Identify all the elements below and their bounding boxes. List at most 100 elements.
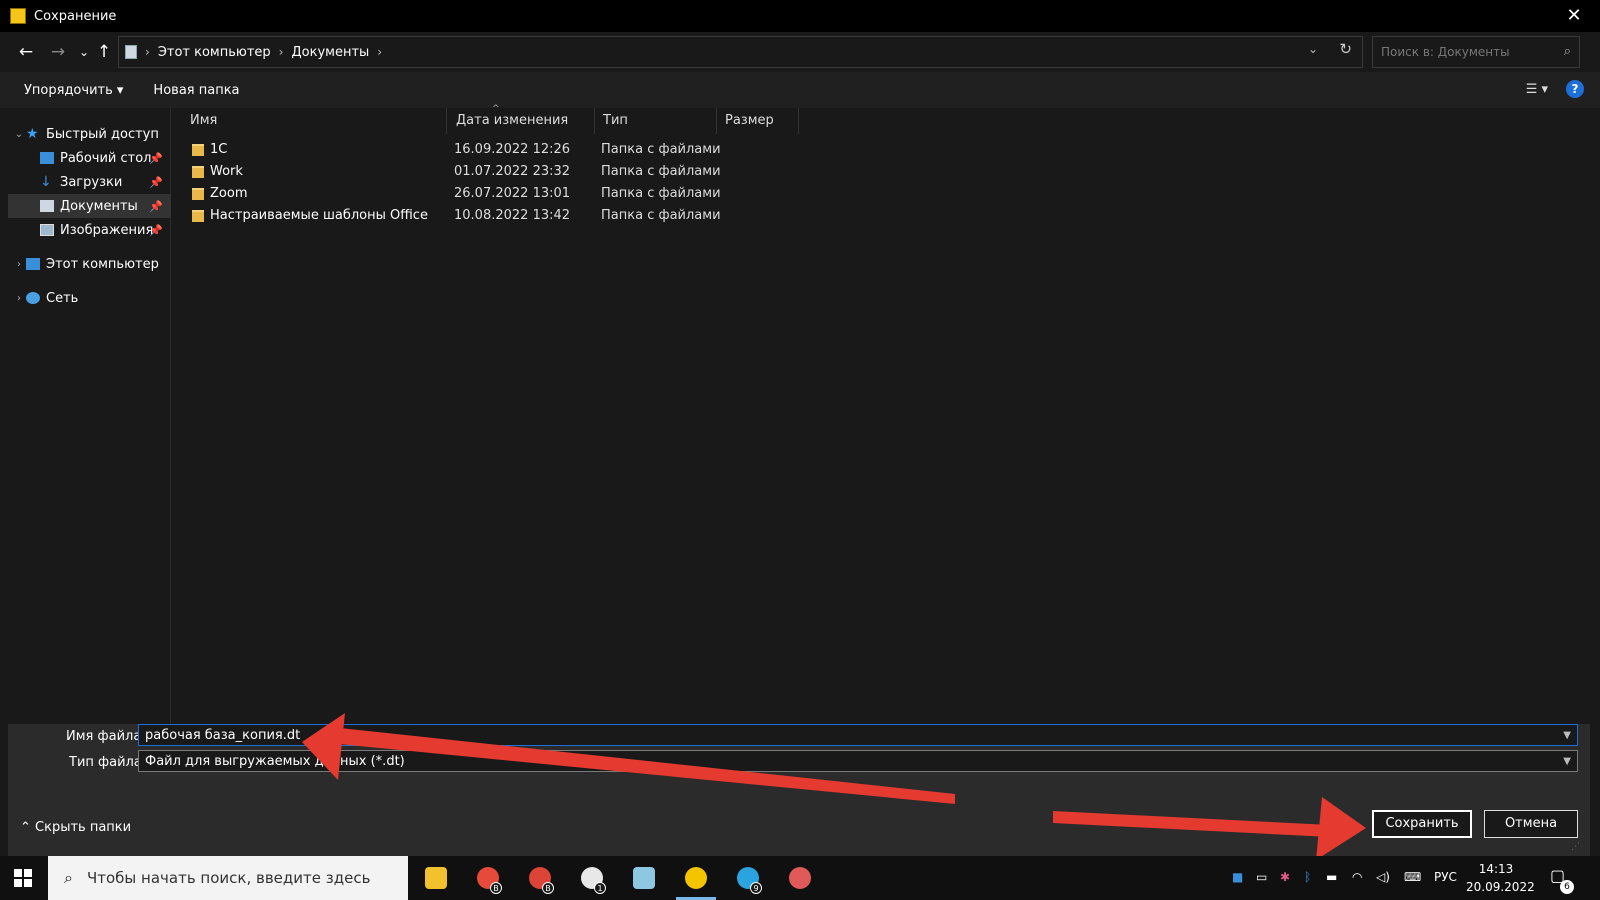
tree-item-desktop[interactable]: Рабочий стол 📌	[8, 146, 171, 170]
filename-value: рабочая база_копия.dt	[145, 727, 301, 743]
folder-icon	[192, 166, 204, 178]
forward-arrow-icon[interactable]: →	[46, 40, 70, 64]
taskbar-chrome-profile[interactable]: В	[520, 862, 560, 894]
save-button[interactable]: Сохранить	[1372, 810, 1472, 838]
battery-icon[interactable]: ▬	[1326, 870, 1337, 884]
column-header-type[interactable]: Тип	[595, 108, 717, 134]
notifications-count: 6	[1560, 880, 1574, 894]
filetype-label: Тип файла:	[69, 755, 147, 770]
chevron-up-icon: ⌃	[20, 820, 36, 835]
file-row[interactable]: Zoom 26.07.2022 13:01 Папка с файлами	[182, 183, 742, 205]
file-explorer-icon	[425, 867, 447, 889]
taskbar-snip-app[interactable]	[780, 862, 820, 894]
filename-label: Имя файла:	[66, 729, 146, 744]
volume-icon[interactable]: ◁)	[1376, 870, 1390, 884]
back-arrow-icon[interactable]: ←	[14, 40, 38, 64]
new-folder-button[interactable]: Новая папка	[153, 83, 239, 98]
file-row[interactable]: 1С 16.09.2022 12:26 Папка с файлами	[182, 139, 742, 161]
window-title: Сохранение	[34, 8, 117, 24]
documents-icon	[40, 200, 54, 212]
cancel-button[interactable]: Отмена	[1484, 810, 1578, 838]
organize-button[interactable]: Упорядочить ▾	[24, 83, 123, 98]
snip-app-icon	[789, 867, 811, 889]
address-bar[interactable]: › Этот компьютер › Документы › ⌄ ↻	[118, 36, 1363, 68]
taskbar-slack[interactable]: 1	[572, 862, 612, 894]
save-options-panel: Имя файла: рабочая база_копия.dt ▼ Тип ф…	[8, 724, 1590, 856]
refresh-icon[interactable]: ↻	[1339, 40, 1352, 58]
help-icon[interactable]: ?	[1566, 80, 1584, 98]
chevron-down-icon[interactable]: ⌄	[12, 129, 26, 140]
search-icon[interactable]: ⌕	[1564, 44, 1571, 59]
taskbar-search-placeholder: Чтобы начать поиск, введите здесь	[86, 869, 371, 887]
taskbar-file-explorer[interactable]	[416, 862, 456, 894]
pin-icon[interactable]: 📌	[149, 176, 163, 189]
clock-date: 20.09.2022	[1466, 880, 1535, 894]
network-icon	[26, 292, 40, 304]
taskbar-1c-app[interactable]	[676, 862, 716, 900]
chevron-right-icon[interactable]: ›	[12, 293, 26, 304]
search-input[interactable]	[1381, 45, 1551, 59]
taskbar-search[interactable]: ⌕ Чтобы начать поиск, введите здесь	[48, 856, 408, 900]
computer-icon	[26, 258, 40, 270]
up-arrow-icon[interactable]: ↑	[92, 40, 116, 64]
breadcrumb-documents[interactable]: Документы	[291, 45, 369, 60]
taskbar-chrome[interactable]: В	[468, 862, 508, 894]
hide-folders-button[interactable]: ⌃ Скрыть папки	[20, 820, 131, 835]
column-header-name[interactable]: Имя	[182, 108, 447, 134]
folder-icon	[192, 144, 204, 156]
column-header-size[interactable]: Размер	[717, 108, 799, 134]
pin-icon[interactable]: 📌	[149, 200, 163, 213]
language-indicator[interactable]: РУС	[1434, 870, 1457, 884]
column-header-date[interactable]: Дата изменения	[448, 108, 595, 134]
app-icon	[10, 8, 26, 24]
taskbar: ⌕ Чтобы начать поиск, введите здесь В В …	[0, 856, 1600, 900]
file-row[interactable]: Настраиваемые шаблоны Office 10.08.2022 …	[182, 205, 742, 227]
tree-quick-access[interactable]: ⌄ ★ Быстрый доступ	[8, 122, 171, 146]
tree-item-documents[interactable]: Документы 📌	[8, 194, 171, 218]
search-icon: ⌕	[64, 868, 73, 887]
pin-icon[interactable]: 📌	[149, 224, 163, 237]
desktop-icon	[40, 152, 54, 164]
filetype-select[interactable]: Файл для выгружаемых данных (*.dt) ▼	[138, 750, 1578, 772]
display-icon[interactable]: ▭	[1256, 870, 1267, 884]
toolbar: Упорядочить ▾ Новая папка ☰ ▾ ?	[0, 72, 1600, 108]
filename-field[interactable]: рабочая база_копия.dt ▼	[138, 724, 1578, 746]
filetype-value: Файл для выгружаемых данных (*.dt)	[145, 753, 405, 769]
windows-start-icon[interactable]	[14, 869, 32, 887]
search-box[interactable]: ⌕	[1372, 36, 1580, 68]
title-bar: Сохранение ✕	[0, 0, 1600, 32]
chevron-right-icon[interactable]: ›	[12, 259, 26, 270]
notes-app-icon	[633, 867, 655, 889]
close-icon[interactable]: ✕	[1562, 4, 1586, 28]
slack-tray-icon[interactable]: ✱	[1280, 870, 1290, 884]
tree-item-downloads[interactable]: ↓ Загрузки 📌	[8, 170, 171, 194]
tree-item-pictures[interactable]: Изображения 📌	[8, 218, 171, 242]
keyboard-icon[interactable]: ⌨	[1404, 870, 1421, 884]
navigation-pane: ⌄ ★ Быстрый доступ Рабочий стол 📌 ↓ Загр…	[8, 108, 171, 724]
clock-time: 14:13	[1478, 862, 1514, 876]
defender-icon[interactable]: ■	[1232, 870, 1243, 884]
downloads-icon: ↓	[40, 174, 52, 190]
view-options-icon[interactable]: ☰ ▾	[1526, 82, 1548, 97]
breadcrumb-this-pc[interactable]: Этот компьютер	[158, 45, 271, 60]
resize-grip-icon[interactable]: ⋰	[1571, 842, 1580, 852]
1c-icon	[685, 867, 707, 889]
chevron-down-icon[interactable]: ▼	[1563, 730, 1571, 741]
bluetooth-icon[interactable]: ᛒ	[1304, 870, 1311, 884]
file-row[interactable]: Work 01.07.2022 23:32 Папка с файлами	[182, 161, 742, 183]
taskbar-telegram[interactable]: 9	[728, 862, 768, 894]
save-dialog: Сохранение ✕ ← → ⌄ ↑ › Этот компьютер › …	[0, 0, 1600, 856]
tree-network[interactable]: › Сеть	[8, 286, 171, 310]
folder-icon	[192, 210, 204, 222]
tree-this-pc[interactable]: › Этот компьютер	[8, 252, 171, 276]
system-clock[interactable]: 14:13 20.09.2022	[1466, 860, 1535, 896]
pin-icon[interactable]: 📌	[149, 152, 163, 165]
taskbar-notes-app[interactable]	[624, 862, 664, 894]
chevron-down-icon[interactable]: ▼	[1563, 756, 1571, 767]
folder-icon	[192, 188, 204, 200]
wifi-icon[interactable]: ◠	[1352, 870, 1362, 884]
navigation-bar: ← → ⌄ ↑ › Этот компьютер › Документы › ⌄…	[0, 32, 1600, 72]
star-icon: ★	[26, 126, 39, 142]
pictures-icon	[40, 224, 54, 236]
address-dropdown-icon[interactable]: ⌄	[1308, 42, 1318, 56]
